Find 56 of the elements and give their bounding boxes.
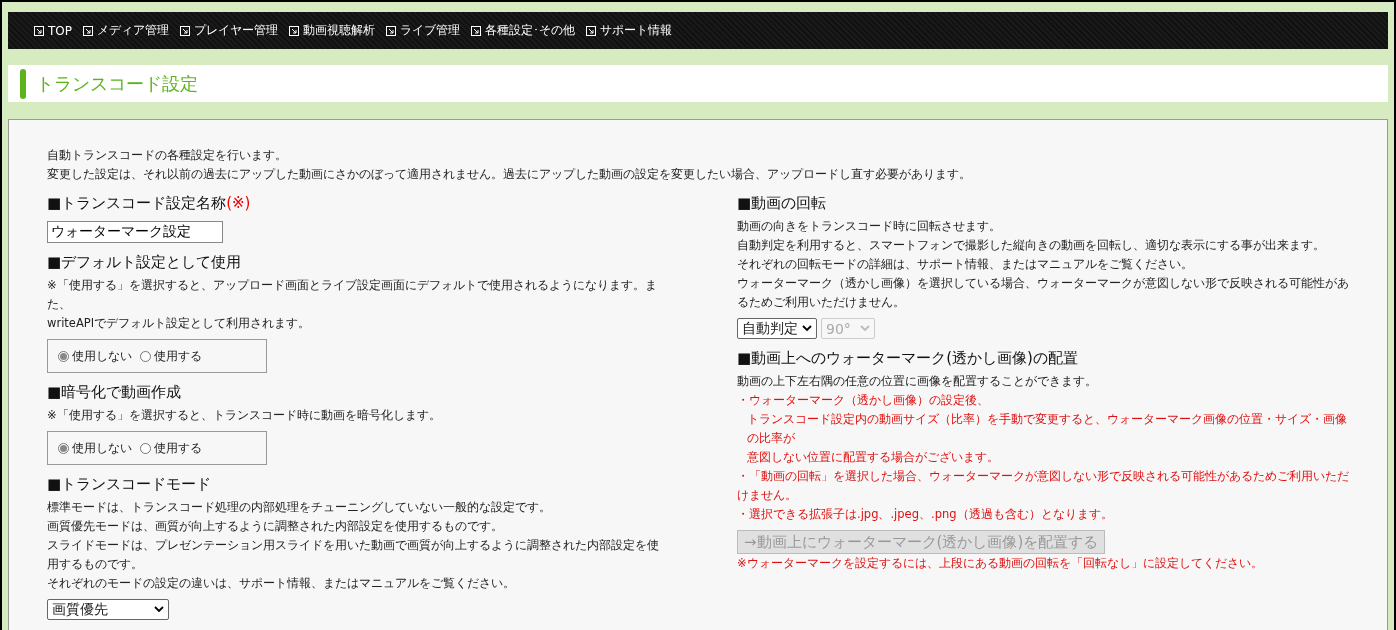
description-text: ※「使用する」を選択すると、トランスコード時に動画を暗号化します。 bbox=[47, 407, 442, 424]
nav-link[interactable]: 各種設定･その他 bbox=[471, 22, 575, 39]
section-heading: ■トランスコード設定名称 bbox=[47, 194, 227, 212]
title-accent-bar bbox=[20, 68, 26, 99]
link-icon bbox=[386, 25, 396, 36]
radio-icon[interactable] bbox=[140, 350, 151, 362]
page-title: トランスコード設定 bbox=[36, 71, 198, 96]
description-text: 動画の上下左右隅の任意の位置に画像を配置することができます。 bbox=[737, 373, 1098, 390]
radio-option[interactable]: 使用する bbox=[140, 440, 202, 456]
description-text: ウォーターマーク（透かし画像）を選択している場合、ウォーターマークが意図しない形で反映される可能性があるためご利用いただけません。 bbox=[737, 275, 1350, 311]
dropdown[interactable]: 自動判定 bbox=[737, 318, 817, 339]
warning-text: ・ウォーターマーク（透かし画像）の設定後、 bbox=[737, 392, 990, 409]
radio-icon[interactable] bbox=[58, 350, 69, 362]
description-text: writeAPIでデフォルト設定として利用されます。 bbox=[47, 315, 312, 332]
description-text: 画質優先モードは、画質が向上するように調整された内部設定を使用するものです。 bbox=[47, 518, 504, 535]
link-icon bbox=[586, 25, 596, 36]
description-text: スライドモードは、プレゼンテーション用スライドを用いた動画で画質が向上するように調整された内部設定を使用するものです。 bbox=[47, 537, 660, 573]
radio-icon[interactable] bbox=[140, 442, 151, 454]
nav-link[interactable]: サポート情報 bbox=[586, 22, 672, 39]
nav-link[interactable]: TOP bbox=[34, 23, 72, 38]
radio-icon[interactable] bbox=[58, 442, 69, 454]
warning-text: 意図しない位置に配置する場合がございます。 bbox=[746, 449, 1000, 466]
section-heading: ■デフォルト設定として使用 bbox=[47, 253, 243, 272]
nav-link[interactable]: メディア管理 bbox=[83, 22, 169, 39]
section-heading: ■暗号化で動画作成 bbox=[47, 383, 183, 402]
warning-text: トランスコード設定内の動画サイズ（比率）を手動で変更すると、ウォーターマーク画像の位置・サイズ・画像の比率が bbox=[746, 411, 1348, 447]
warning-text: ・「動画の回転」を選択した場合、ウォーターマークが意図しない形で反映される可能性があるためご利用いただけません。 bbox=[737, 468, 1350, 504]
radio-option[interactable]: 使用する bbox=[140, 348, 202, 364]
link-icon bbox=[180, 25, 190, 36]
chevron-down-icon bbox=[154, 606, 164, 613]
chevron-down-icon bbox=[860, 325, 870, 332]
warning-text: ・選択できる拡張子は.jpg、.jpeg、.png（透過も含む）となります。 bbox=[737, 506, 1114, 523]
description-text: 自動判定を利用すると、スマートフォンで撮影した縦向きの動画を回転し、適切な表示にする事が出来ます。 bbox=[737, 237, 1326, 254]
intro-text: 変更した設定は、それ以前の過去にアップした動画にさかのぼって適用されません。過去にアップした動画の設定を変更したい場合、アップロードし直す必要があります。 bbox=[47, 166, 972, 183]
section-heading: ■動画上へのウォーターマーク(透かし画像)の配置 bbox=[737, 349, 1079, 368]
warning-text: ※ウォーターマークを設定するには、上段にある動画の回転を「回転なし」に設定してください。 bbox=[737, 555, 1264, 572]
description-text: 動画の向きをトランスコード時に回転させます。 bbox=[737, 218, 1002, 235]
name-input-field[interactable]: ウォーターマーク設定 bbox=[47, 221, 223, 243]
nav-link[interactable]: プレイヤー管理 bbox=[180, 22, 278, 39]
link-icon bbox=[471, 25, 481, 36]
section-heading: ■動画の回転 bbox=[737, 194, 828, 213]
chevron-down-icon bbox=[802, 325, 812, 332]
nav-link[interactable]: ライブ管理 bbox=[386, 22, 460, 39]
description-text: それぞれの回転モードの詳細は、サポート情報、またはマニュアルをご覧ください。 bbox=[737, 256, 1194, 273]
section-heading: ■トランスコードモード bbox=[47, 475, 213, 494]
intro-text: 自動トランスコードの各種設定を行います。 bbox=[47, 147, 288, 164]
nav-link[interactable]: 動画視聴解析 bbox=[289, 22, 375, 39]
radio-option[interactable]: 使用しない bbox=[58, 348, 132, 364]
description-text: 標準モードは、トランスコード処理の内部処理をチューニングしていない一般的な設定です。 bbox=[47, 499, 552, 516]
link-icon bbox=[83, 25, 93, 36]
link-icon bbox=[34, 25, 44, 36]
required-mark: (※) bbox=[226, 194, 251, 212]
description-text: それぞれのモードの設定の違いは、サポート情報、またはマニュアルをご覧ください。 bbox=[47, 575, 516, 592]
radio-option[interactable]: 使用しない bbox=[58, 440, 132, 456]
link-icon bbox=[289, 25, 299, 36]
dropdown[interactable]: 画質優先 bbox=[47, 599, 169, 620]
